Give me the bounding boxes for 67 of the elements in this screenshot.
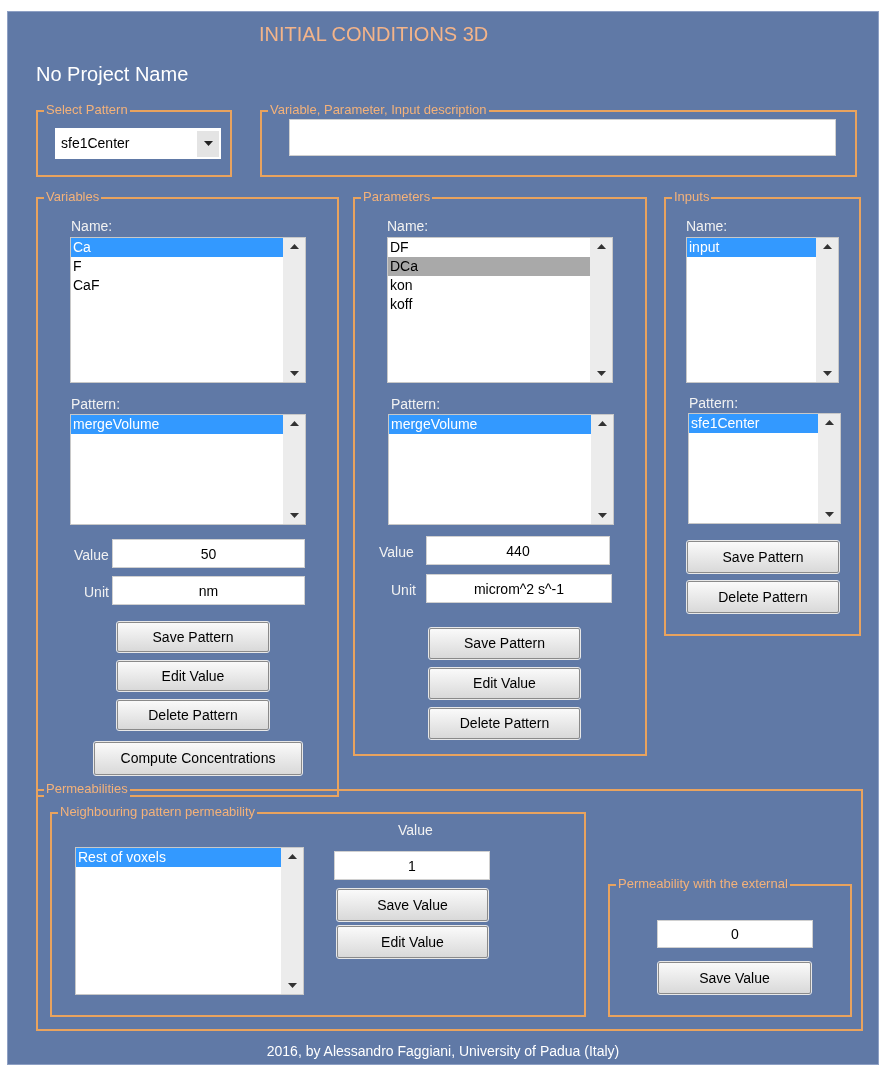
- input-field[interactable]: 440: [426, 536, 610, 565]
- list-item[interactable]: kon: [388, 276, 590, 295]
- field-label: Value: [398, 821, 433, 839]
- dropdown[interactable]: sfe1Center: [55, 128, 221, 159]
- button[interactable]: Save Pattern: [687, 541, 839, 573]
- button[interactable]: Edit Value: [117, 661, 269, 691]
- group-label: Neighbouring pattern permeability: [58, 804, 258, 820]
- footer-text: 2016, by Alessandro Faggiani, University of Padua (Italy): [265, 1042, 621, 1060]
- group-label: Inputs: [672, 189, 712, 205]
- field-label: Name:: [686, 217, 728, 235]
- down-arrow-icon[interactable]: [822, 371, 832, 376]
- button[interactable]: Edit Value: [337, 926, 488, 958]
- scrollbar[interactable]: [816, 238, 838, 382]
- input-field[interactable]: [289, 119, 836, 156]
- down-arrow-icon[interactable]: [289, 513, 299, 518]
- group-label: Permeability with the external: [616, 876, 790, 892]
- button[interactable]: Edit Value: [429, 668, 580, 699]
- field-label: Pattern:: [71, 395, 121, 413]
- field-label: Name:: [71, 217, 113, 235]
- list-item[interactable]: koff: [388, 295, 590, 314]
- field-label: Unit: [391, 581, 416, 599]
- down-arrow-icon[interactable]: [597, 513, 607, 518]
- group-label: Permeabilities: [44, 781, 130, 797]
- button[interactable]: Save Pattern: [429, 628, 580, 659]
- app-title: INITIAL CONDITIONS 3D: [259, 22, 489, 46]
- list-item[interactable]: DF: [388, 238, 590, 257]
- up-arrow-icon[interactable]: [289, 421, 299, 426]
- field-label: Value: [379, 543, 414, 561]
- up-arrow-icon[interactable]: [596, 244, 606, 249]
- scrollbar[interactable]: [591, 415, 613, 524]
- up-arrow-icon[interactable]: [822, 244, 832, 249]
- scrollbar[interactable]: [818, 414, 840, 523]
- field-label: Name:: [387, 217, 429, 235]
- group-label: Variable, Parameter, Input description: [268, 102, 489, 118]
- button[interactable]: Save Value: [658, 962, 811, 994]
- list-item[interactable]: CaF: [71, 276, 283, 295]
- field-label: Unit: [84, 583, 109, 601]
- caret-icon[interactable]: [203, 141, 213, 146]
- field-label: Pattern:: [689, 394, 739, 412]
- input-field[interactable]: 1: [334, 851, 490, 880]
- button[interactable]: Save Pattern: [117, 622, 269, 652]
- scrollbar[interactable]: [281, 848, 303, 994]
- input-field[interactable]: nm: [112, 576, 305, 605]
- list-item[interactable]: F: [71, 257, 283, 276]
- button[interactable]: Delete Pattern: [687, 581, 839, 613]
- button[interactable]: Compute Concentrations: [94, 742, 302, 775]
- up-arrow-icon[interactable]: [287, 854, 297, 859]
- input-field[interactable]: 50: [112, 539, 305, 568]
- button[interactable]: Delete Pattern: [117, 700, 269, 730]
- scrollbar[interactable]: [283, 415, 305, 524]
- up-arrow-icon[interactable]: [597, 421, 607, 426]
- field-label: Value: [74, 546, 109, 564]
- button[interactable]: Delete Pattern: [429, 708, 580, 739]
- down-arrow-icon[interactable]: [824, 512, 834, 517]
- down-arrow-icon[interactable]: [289, 371, 299, 376]
- up-arrow-icon[interactable]: [824, 420, 834, 425]
- down-arrow-icon[interactable]: [287, 983, 297, 988]
- scrollbar[interactable]: [590, 238, 612, 382]
- down-arrow-icon[interactable]: [596, 371, 606, 376]
- scrollbar[interactable]: [283, 238, 305, 382]
- input-field[interactable]: microm^2 s^-1: [426, 574, 612, 603]
- project-name: No Project Name: [36, 62, 189, 86]
- button[interactable]: Save Value: [337, 889, 488, 921]
- list-item[interactable]: DCa: [388, 257, 590, 276]
- field-label: Pattern:: [391, 395, 441, 413]
- up-arrow-icon[interactable]: [289, 244, 299, 249]
- input-field[interactable]: 0: [657, 920, 813, 948]
